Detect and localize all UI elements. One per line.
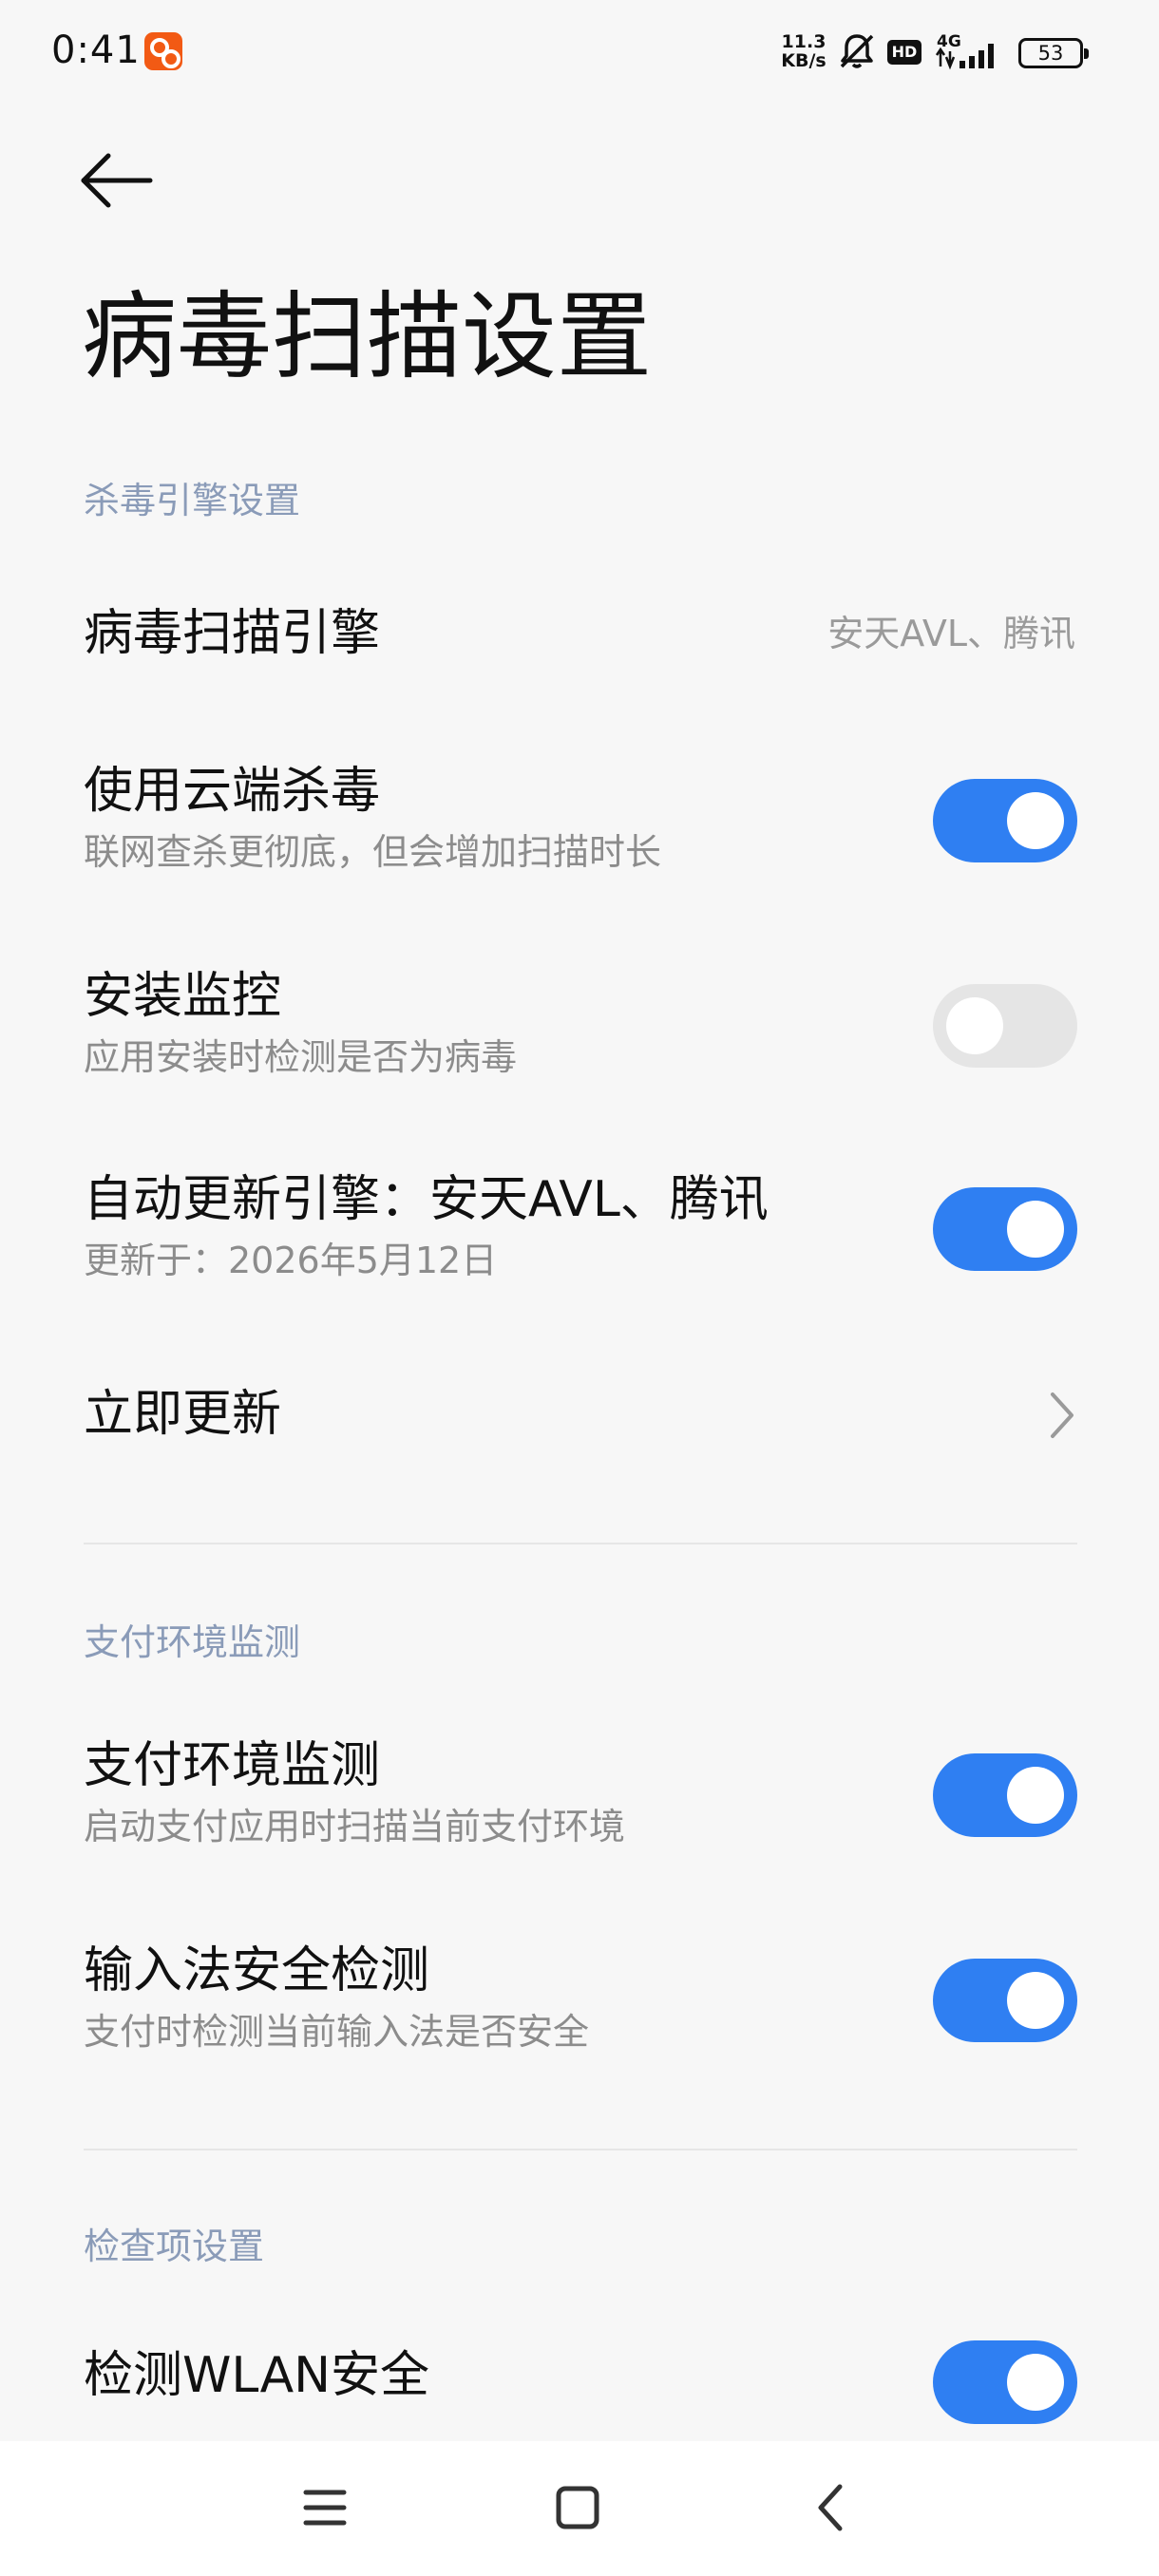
wlan-toggle[interactable] <box>933 2340 1077 2424</box>
setting-row-scan-engine[interactable]: 病毒扫描引擎 安天AVL、腾讯 <box>0 598 1159 674</box>
navigation-bar <box>0 2441 1159 2576</box>
toggle-knob <box>946 997 1003 1054</box>
install-monitor-toggle[interactable] <box>933 984 1077 1068</box>
setting-title: 输入法安全检测 <box>84 1942 430 1999</box>
setting-row-payment-monitor[interactable]: 支付环境监测 启动支付应用时扫描当前支付环境 <box>0 1734 1159 1858</box>
section-divider <box>84 1543 1077 1544</box>
setting-title: 检测WLAN安全 <box>84 2347 430 2404</box>
arrow-left-icon[interactable] <box>76 142 162 218</box>
status-bar: 0:41 11.3 KB/s HD 4G 53 <box>0 0 1159 104</box>
mute-bell-icon <box>840 34 874 68</box>
setting-row-cloud-kill[interactable]: 使用云端杀毒 联网查杀更彻底，但会增加扫描时长 <box>0 760 1159 883</box>
network-speed-unit: KB/s <box>781 50 826 71</box>
setting-subtitle: 支付时检测当前输入法是否安全 <box>84 2011 590 2053</box>
toggle-knob <box>1007 792 1064 849</box>
network-speed: 11.3 KB/s <box>775 32 832 70</box>
home-square-icon[interactable] <box>549 2479 606 2536</box>
setting-row-auto-update[interactable]: 自动更新引擎：安天AVL、腾讯 更新于：2026年5月12日 <box>0 1168 1159 1292</box>
toggle-knob <box>1007 2354 1064 2411</box>
page-title: 病毒扫描设置 <box>82 281 652 392</box>
setting-title: 自动更新引擎：安天AVL、腾讯 <box>84 1171 769 1228</box>
setting-value: 安天AVL、腾讯 <box>827 613 1075 654</box>
setting-subtitle: 应用安装时检测是否为病毒 <box>84 1036 518 1078</box>
setting-subtitle: 更新于：2026年5月12日 <box>84 1240 498 1281</box>
setting-title: 支付环境监测 <box>84 1737 381 1794</box>
section-divider <box>84 2149 1077 2150</box>
setting-row-install-monitor[interactable]: 安装监控 应用安装时检测是否为病毒 <box>0 965 1159 1089</box>
toggle-knob <box>1007 1201 1064 1258</box>
setting-title: 立即更新 <box>84 1386 282 1443</box>
auto-update-toggle[interactable] <box>933 1187 1077 1271</box>
setting-title: 病毒扫描引擎 <box>84 605 381 662</box>
section-header-payment: 支付环境监测 <box>84 1621 301 1663</box>
section-header-checks: 检查项设置 <box>84 2226 265 2267</box>
signal-icon <box>935 44 994 70</box>
battery-icon: 53 <box>1018 38 1089 68</box>
setting-row-update-now[interactable]: 立即更新 <box>0 1377 1159 1453</box>
network-speed-value: 11.3 <box>781 31 826 52</box>
cloud-kill-toggle[interactable] <box>933 779 1077 862</box>
toggle-knob <box>1007 1972 1064 2029</box>
setting-row-wlan[interactable]: 检测WLAN安全 <box>0 2340 1159 2426</box>
status-time: 0:41 <box>51 28 141 72</box>
hd-icon: HD <box>887 40 922 65</box>
app-badge-icon <box>144 32 182 70</box>
setting-row-ime-check[interactable]: 输入法安全检测 支付时检测当前输入法是否安全 <box>0 1940 1159 2063</box>
ime-check-toggle[interactable] <box>933 1959 1077 2042</box>
menu-icon[interactable] <box>296 2479 353 2536</box>
setting-subtitle: 联网查杀更彻底，但会增加扫描时长 <box>84 831 662 873</box>
chevron-right-icon <box>1051 1392 1074 1438</box>
section-header-engine: 杀毒引擎设置 <box>84 480 301 521</box>
toggle-knob <box>1007 1767 1064 1824</box>
setting-title: 安装监控 <box>84 968 282 1025</box>
back-chevron-icon[interactable] <box>804 2479 861 2536</box>
payment-monitor-toggle[interactable] <box>933 1753 1077 1837</box>
setting-title: 使用云端杀毒 <box>84 763 381 820</box>
setting-subtitle: 启动支付应用时扫描当前支付环境 <box>84 1806 626 1847</box>
